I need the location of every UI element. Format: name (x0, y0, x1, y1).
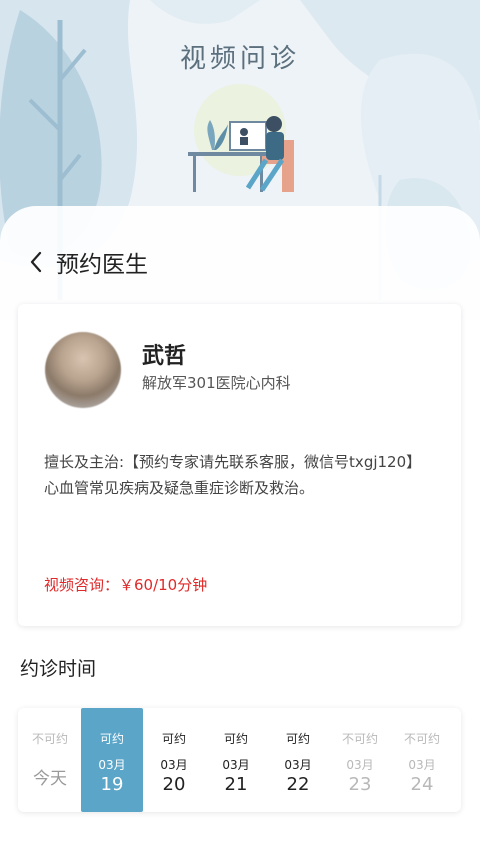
day-status: 不可约 (403, 732, 440, 746)
day-label: 今天 (33, 769, 67, 789)
day-month: 03月 (160, 758, 188, 772)
day-status: 可约 (223, 732, 248, 746)
day-22[interactable]: 可约 03月 22 (267, 708, 329, 812)
day-21[interactable]: 可约 03月 21 (205, 708, 267, 812)
day-20[interactable]: 可约 03月 20 (143, 708, 205, 812)
doctor-hospital: 解放军301医院心内科 (142, 374, 291, 392)
doctor-name: 武哲 (142, 344, 187, 369)
day-date: 19 (100, 774, 124, 795)
consult-price: 视频咨询：￥60/10分钟 (44, 576, 208, 594)
appointment-section-title: 约诊时间 (20, 658, 97, 680)
doctor-specialty: 擅长及主治:【预约专家请先联系客服，微信号txgj120】心血管常见疾病及疑急重… (44, 453, 422, 497)
day-date: 22 (286, 774, 310, 795)
doctor-card: 武哲 解放军301医院心内科 擅长及主治:【预约专家请先联系客服，微信号txgj… (18, 304, 461, 626)
nav-title: 预约医生 (56, 252, 148, 278)
day-month: 03月 (98, 758, 126, 772)
chevron-left-icon[interactable] (28, 250, 44, 274)
day-date: 24 (410, 774, 434, 795)
day-19[interactable]: 可约 03月 19 (81, 708, 143, 812)
day-status: 不可约 (31, 732, 68, 746)
day-status: 不可约 (341, 732, 378, 746)
day-status: 可约 (161, 732, 186, 746)
day-status: 可约 (99, 732, 124, 746)
day-today: 不可约 今天 (19, 708, 81, 812)
day-month: 03月 (346, 758, 374, 772)
day-month: 03月 (284, 758, 312, 772)
appointment-schedule: 不可约 今天 可约 03月 19 可约 03月 20 可约 03月 21 可约 … (18, 708, 461, 812)
nav-bar: 预约医生 (28, 246, 148, 278)
day-month: 03月 (222, 758, 250, 772)
page-header-title: 视频问诊 (179, 44, 300, 74)
doctor-avatar (45, 332, 121, 408)
day-month: 03月 (408, 758, 436, 772)
day-date: 21 (224, 774, 248, 795)
day-status: 可约 (285, 732, 310, 746)
day-date: 23 (348, 774, 372, 795)
day-date: 20 (162, 774, 186, 795)
day-24: 不可约 03月 24 (391, 708, 453, 812)
day-23: 不可约 03月 23 (329, 708, 391, 812)
